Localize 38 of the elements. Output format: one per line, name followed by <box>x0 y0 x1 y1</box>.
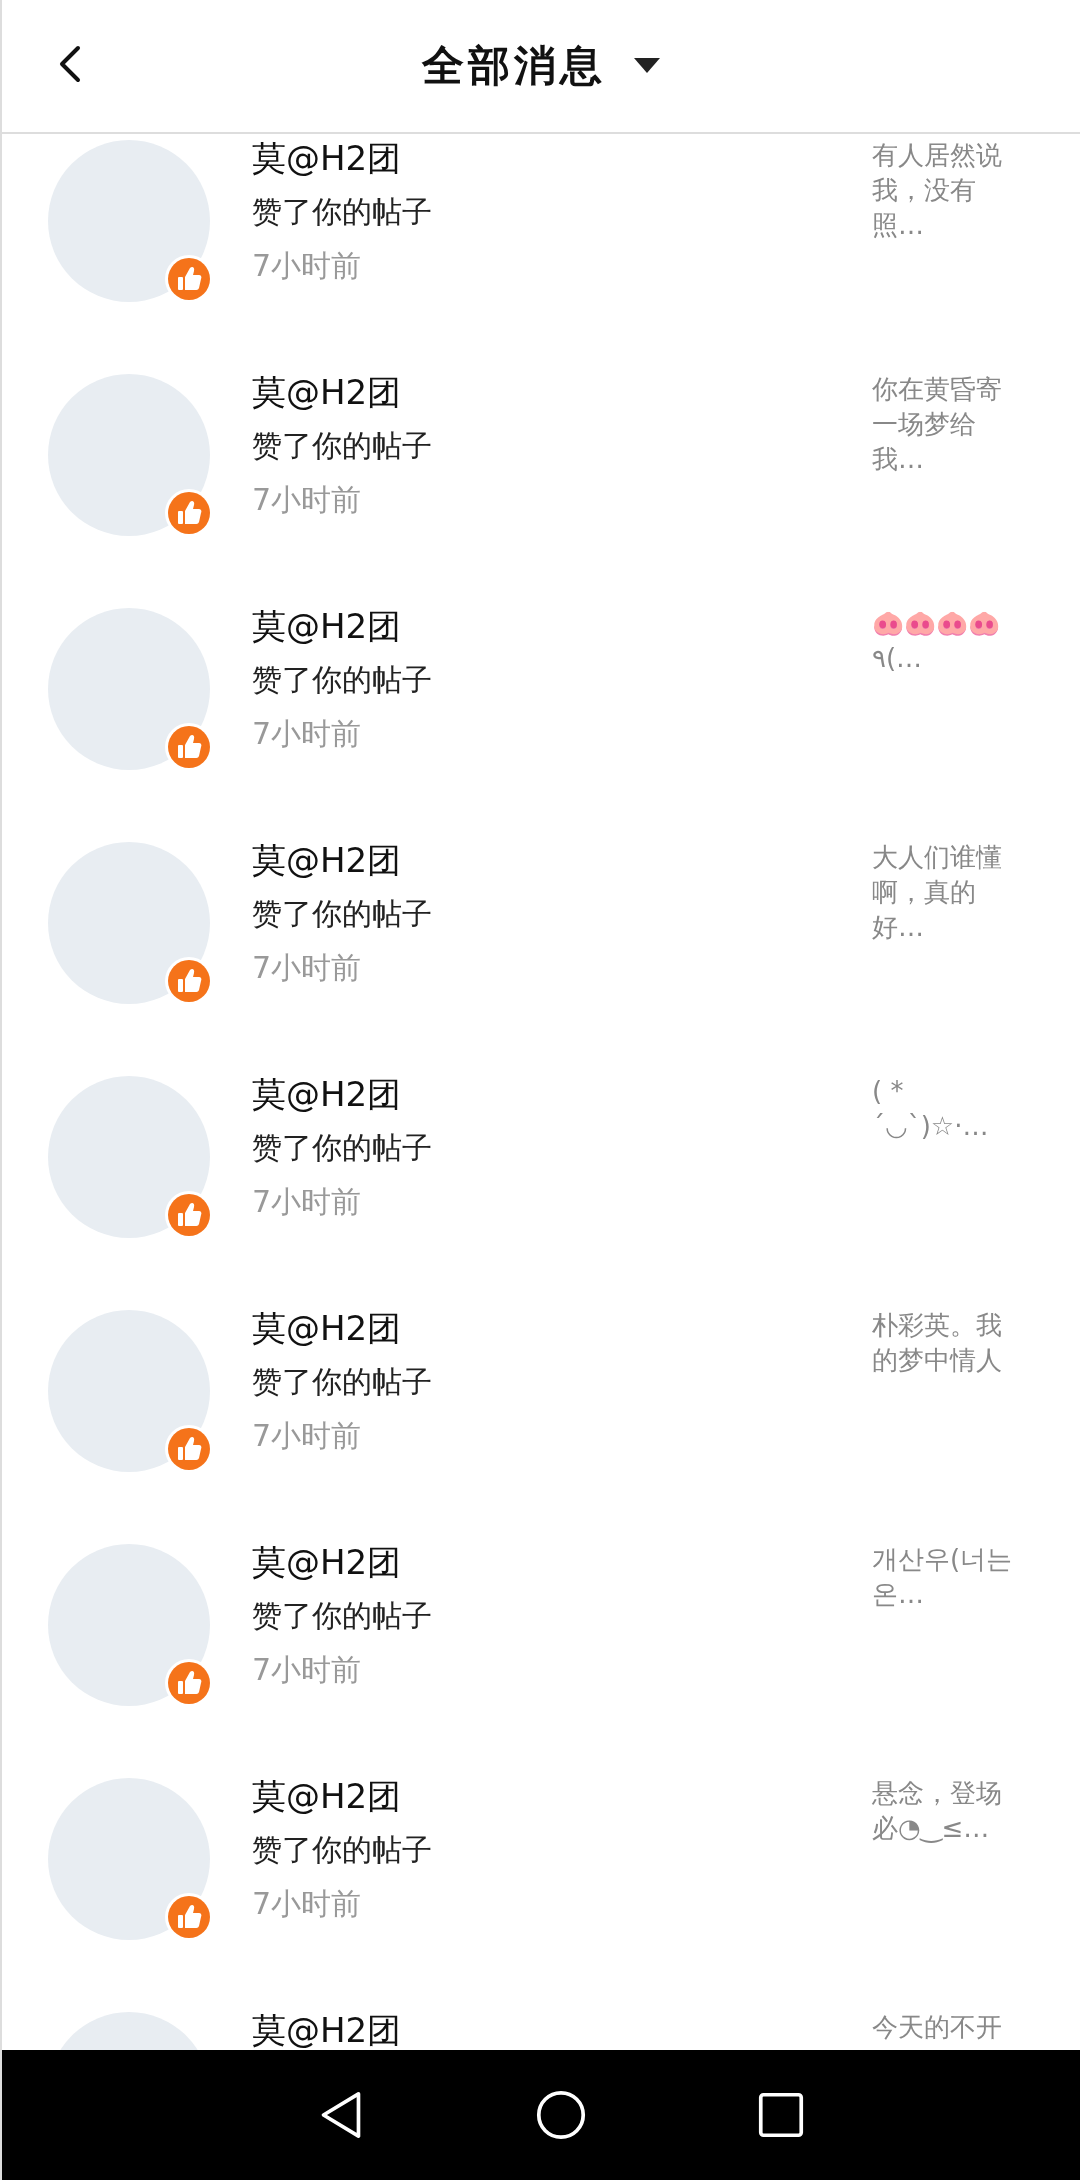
post-preview[interactable]: 悬念，登场必◔‿≤… <box>872 1776 1017 1846</box>
time-text: 7小时前 <box>252 1417 362 1455</box>
user-name[interactable]: 莫@H2团 <box>252 371 402 413</box>
time-text: 7小时前 <box>252 1183 362 1221</box>
user-name[interactable]: 莫@H2团 <box>252 605 402 647</box>
time-text: 7小时前 <box>252 1885 362 1923</box>
action-text: 赞了你的帖子 <box>252 895 432 933</box>
title-dropdown[interactable]: 全部消息 <box>422 38 660 94</box>
action-text: 赞了你的帖子 <box>252 427 432 465</box>
time-text: 7小时前 <box>252 949 362 987</box>
action-text: 赞了你的帖子 <box>252 193 432 231</box>
time-text: 7小时前 <box>252 715 362 753</box>
user-name[interactable]: 莫@H2团 <box>252 1775 402 1817</box>
user-name[interactable]: 莫@H2团 <box>252 1307 402 1349</box>
action-text: 赞了你的帖子 <box>252 1363 432 1401</box>
action-text: 赞了你的帖子 <box>252 1831 432 1869</box>
user-name[interactable]: 莫@H2团 <box>252 1541 402 1583</box>
post-preview[interactable]: 大人们谁懂啊，真的好… <box>872 840 1017 945</box>
user-name[interactable]: 莫@H2团 <box>252 137 402 179</box>
time-text: 7小时前 <box>252 1651 362 1689</box>
post-preview[interactable]: 개산우(너는 온… <box>872 1542 1017 1612</box>
caret-icon <box>634 58 660 74</box>
time-text: 7小时前 <box>252 247 362 285</box>
post-preview[interactable]: ( *´◡`)☆·… <box>872 1074 1017 1144</box>
user-name[interactable]: 莫@H2团 <box>252 1073 402 1115</box>
action-text: 赞了你的帖子 <box>252 661 432 699</box>
post-preview[interactable]: 朴彩英。我的梦中情人 <box>872 1308 1017 1378</box>
post-preview[interactable]: 🐽🐽🐽🐽 ٩(… <box>872 606 1017 676</box>
action-text: 赞了你的帖子 <box>252 1597 432 1635</box>
user-name[interactable]: 莫@H2团 <box>252 2009 402 2050</box>
home-icon[interactable] <box>536 2090 586 2140</box>
post-preview[interactable]: 你在黄昏寄一场梦给我… <box>872 372 1017 477</box>
action-text: 赞了你的帖子 <box>252 1129 432 1167</box>
time-text: 7小时前 <box>252 481 362 519</box>
recents-icon[interactable] <box>758 2092 804 2138</box>
post-preview[interactable]: 有人居然说我，没有照… <box>872 138 1017 243</box>
post-preview[interactable]: 今天的不开 <box>872 2010 1017 2045</box>
user-name[interactable]: 莫@H2团 <box>252 839 402 881</box>
